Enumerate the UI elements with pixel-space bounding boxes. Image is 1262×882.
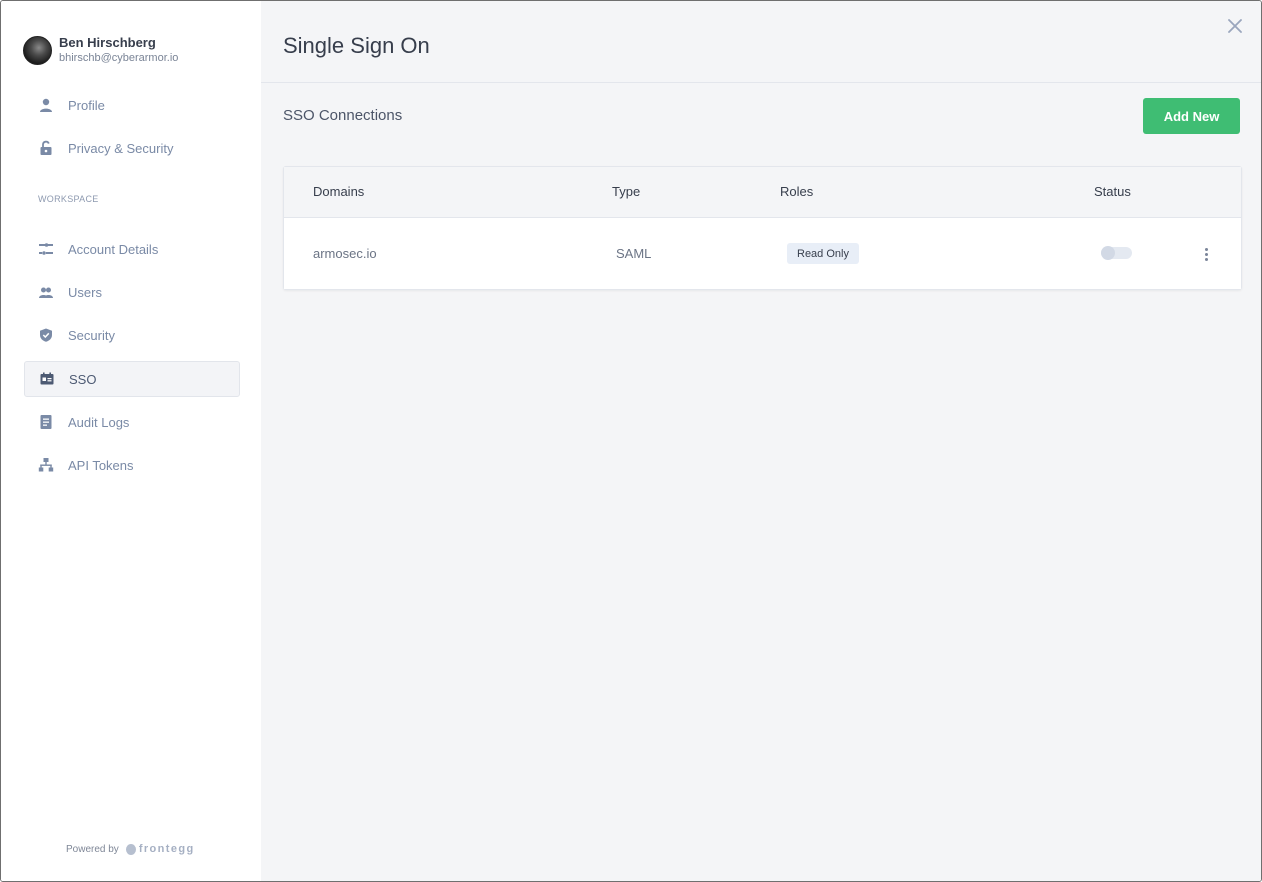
column-header-roles[interactable]: Roles (780, 184, 813, 199)
column-header-domains[interactable]: Domains (313, 184, 364, 199)
users-icon (38, 284, 54, 300)
powered-by: Powered by frontegg (66, 843, 195, 855)
table-header: Domains Type Roles Status (284, 167, 1241, 218)
settings-dialog: Ben Hirschberg bhirschb@cyberarmor.io Pr… (0, 0, 1262, 882)
sidebar-item-privacy-security[interactable]: Privacy & Security (24, 130, 240, 166)
sidebar-item-label: API Tokens (68, 457, 134, 473)
type-cell: SAML (616, 246, 652, 261)
sidebar-item-audit-logs[interactable]: Audit Logs (24, 404, 240, 440)
sidebar-item-label: Privacy & Security (68, 140, 174, 156)
table-row[interactable]: armosec.io SAML Read Only (284, 218, 1241, 289)
add-new-button[interactable]: Add New (1143, 98, 1240, 134)
workspace-section-label: WORKSPACE (38, 194, 99, 204)
close-button[interactable] (1224, 15, 1246, 37)
sidebar-item-account-details[interactable]: Account Details (24, 231, 240, 267)
sliders-icon (38, 241, 54, 257)
status-toggle-knob (1101, 246, 1115, 260)
sidebar-item-label: Security (68, 327, 115, 343)
role-badge: Read Only (787, 243, 859, 264)
frontegg-logo[interactable]: frontegg (125, 843, 195, 855)
kebab-dot (1204, 247, 1208, 251)
main-content: Single Sign On SSO Connections Add New D… (261, 1, 1261, 881)
column-header-status[interactable]: Status (1094, 184, 1131, 199)
user-card: Ben Hirschberg bhirschb@cyberarmor.io (23, 35, 178, 66)
id-card-icon (39, 371, 55, 387)
sidebar-item-profile[interactable]: Profile (24, 87, 240, 123)
frontegg-logo-icon (125, 843, 136, 855)
sidebar: Ben Hirschberg bhirschb@cyberarmor.io Pr… (1, 1, 261, 881)
status-toggle[interactable] (1101, 246, 1132, 260)
sidebar-item-security[interactable]: Security (24, 317, 240, 353)
row-actions-button[interactable] (1196, 243, 1216, 265)
hierarchy-icon (38, 457, 54, 473)
kebab-dot (1204, 257, 1208, 261)
user-icon (38, 97, 54, 113)
lock-icon (38, 140, 54, 156)
sidebar-item-users[interactable]: Users (24, 274, 240, 310)
avatar (23, 36, 52, 65)
close-icon (1228, 19, 1242, 33)
sidebar-item-label: Audit Logs (68, 414, 130, 430)
section-title: SSO Connections (283, 107, 403, 124)
sidebar-item-label: SSO (69, 371, 97, 387)
user-name: Ben Hirschberg (59, 35, 156, 50)
header-divider (261, 82, 1261, 83)
user-email: bhirschb@cyberarmor.io (59, 52, 179, 64)
page-title: Single Sign On (283, 33, 430, 58)
sidebar-item-sso[interactable]: SSO (24, 361, 240, 397)
powered-by-label: Powered by (66, 843, 119, 855)
frontegg-logo-text: frontegg (138, 843, 195, 855)
sidebar-item-api-tokens[interactable]: API Tokens (24, 447, 240, 483)
sidebar-item-label: Account Details (68, 241, 159, 257)
sidebar-item-label: Users (68, 284, 102, 300)
shield-icon (38, 327, 54, 343)
sso-connections-table: Domains Type Roles Status armosec.io SAM… (283, 166, 1242, 290)
kebab-dot (1204, 252, 1208, 256)
column-header-type[interactable]: Type (612, 184, 640, 199)
document-icon (38, 414, 54, 430)
domain-cell: armosec.io (313, 246, 377, 261)
sidebar-item-label: Profile (68, 97, 105, 113)
